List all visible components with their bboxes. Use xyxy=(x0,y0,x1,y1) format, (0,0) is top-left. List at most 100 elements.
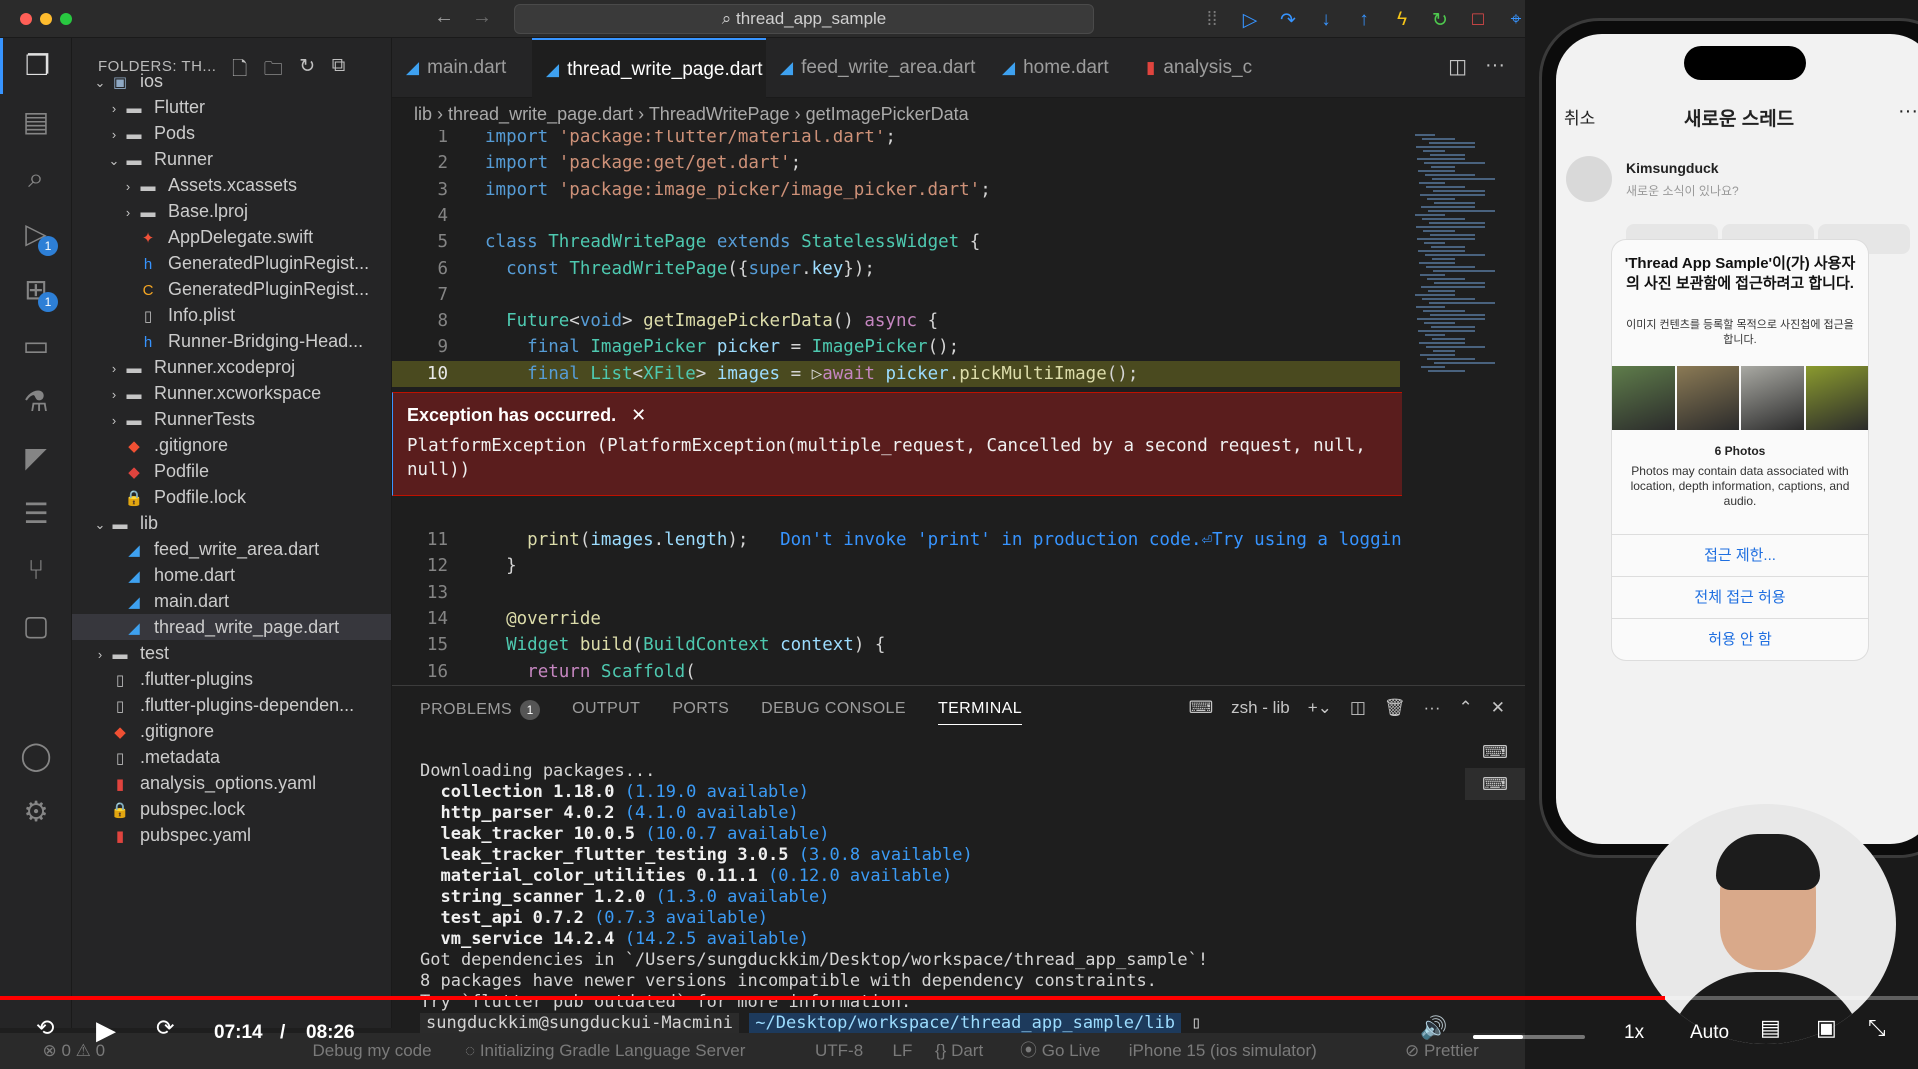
activity-search[interactable]: ⌕ xyxy=(0,150,72,206)
file-item[interactable]: C GeneratedPluginRegist... xyxy=(72,276,391,302)
maximize-panel-icon[interactable]: ⌃ xyxy=(1459,698,1473,718)
folder-item[interactable]: › ▬ Flutter xyxy=(72,94,391,120)
step-over-icon[interactable]: ↷ xyxy=(1276,9,1300,32)
breadcrumb-item[interactable]: getImagePickerData xyxy=(806,104,969,124)
close-icon[interactable]: ✕ xyxy=(631,405,646,425)
video-progress-bar[interactable] xyxy=(0,996,1918,1000)
close-window-button[interactable] xyxy=(20,13,32,25)
activity-settings[interactable]: ⚙ xyxy=(0,784,72,840)
minimap[interactable] xyxy=(1407,130,1517,685)
activity-docker[interactable]: ☰ xyxy=(0,486,72,542)
allow-full-access-button[interactable]: 전체 접근 허용 xyxy=(1612,576,1868,618)
activity-extensions[interactable]: ⊞ 1 xyxy=(0,262,72,318)
activity-comments[interactable]: ▢ xyxy=(0,598,72,654)
chevron-right-icon[interactable]: → xyxy=(472,6,492,29)
terminal-shell-label[interactable]: zsh - lib xyxy=(1231,698,1290,718)
close-panel-icon[interactable]: ✕ xyxy=(1491,698,1505,718)
breadcrumb-item[interactable]: thread_write_page.dart xyxy=(448,104,633,124)
panel-tab-debug-console[interactable]: DEBUG CONSOLE xyxy=(761,700,906,725)
file-item[interactable]: ✦ AppDelegate.swift xyxy=(72,224,391,250)
command-center[interactable]: ⌕ thread_app_sample xyxy=(514,4,1094,34)
close-icon[interactable]: ✕ xyxy=(763,59,767,80)
file-item[interactable]: ▯ .metadata xyxy=(72,744,391,770)
folder-item[interactable]: › ▬ Assets.xcassets xyxy=(72,172,391,198)
file-item[interactable]: 🔒 Podfile.lock xyxy=(72,484,391,510)
activity-testing[interactable]: ⚗ xyxy=(0,374,72,430)
limit-access-button[interactable]: 접근 제한... xyxy=(1612,534,1868,576)
file-item[interactable]: ▯ .flutter-plugins-dependen... xyxy=(72,692,391,718)
activity-remote[interactable]: ▭ xyxy=(0,318,72,374)
folder-item[interactable]: ⌄ ▬ lib xyxy=(72,510,391,536)
folder-item[interactable]: › ▬ RunnerTests xyxy=(72,406,391,432)
activity-flutter[interactable]: ◤ xyxy=(0,430,72,486)
file-item[interactable]: ▯ Info.plist xyxy=(72,302,391,328)
folder-item[interactable]: ⌄ ▣ ios xyxy=(72,68,391,94)
folder-item[interactable]: › ▬ Pods xyxy=(72,120,391,146)
activity-explorer[interactable]: ❐ xyxy=(0,38,72,94)
file-item[interactable]: 🔒 pubspec.lock xyxy=(72,796,391,822)
terminal-instance-icon[interactable]: ⌨ xyxy=(1465,736,1525,768)
folder-item[interactable]: › ▬ Base.lproj xyxy=(72,198,391,224)
rewind-10-icon[interactable]: ⟲ xyxy=(36,1015,54,1041)
speed-button[interactable]: 1x xyxy=(1624,1022,1644,1044)
chevron-left-icon[interactable]: ← xyxy=(434,6,454,29)
activity-accounts[interactable]: ◯ xyxy=(0,728,72,784)
terminal-output[interactable]: Downloading packages... collection 1.18.… xyxy=(420,761,1420,1034)
activity-source-control[interactable]: ⑂ xyxy=(0,542,72,598)
zoom-window-button[interactable] xyxy=(60,13,72,25)
activity-outline[interactable]: ▤ xyxy=(0,94,72,150)
more-actions-icon[interactable]: ··· xyxy=(1485,54,1505,79)
file-item[interactable]: ◢ feed_write_area.dart xyxy=(72,536,391,562)
code-editor[interactable]: 1 import 'package:flutter/material.dart';… xyxy=(392,130,1525,685)
file-item[interactable]: ◢ home.dart xyxy=(72,562,391,588)
tab-thread-write-page-dart[interactable]: ◢ thread_write_page.dart ✕ xyxy=(532,38,766,98)
tab-analysis-c[interactable]: ▮ analysis_c xyxy=(1132,38,1252,98)
trash-icon[interactable]: 🗑 xyxy=(1384,698,1406,718)
file-item[interactable]: ◆ Podfile xyxy=(72,458,391,484)
volume-slider[interactable] xyxy=(1473,1035,1585,1039)
drag-handle-icon[interactable]: ⁞⁞ xyxy=(1200,9,1224,31)
new-terminal-icon[interactable]: +⌄ xyxy=(1308,698,1332,718)
file-item[interactable]: ◆ .gitignore xyxy=(72,432,391,458)
hot-reload-icon[interactable]: ϟ xyxy=(1390,9,1414,31)
step-out-icon[interactable]: ↑ xyxy=(1352,9,1376,31)
folder-item[interactable]: › ▬ test xyxy=(72,640,391,666)
file-item[interactable]: ◢ main.dart xyxy=(72,588,391,614)
minimize-window-button[interactable] xyxy=(40,13,52,25)
tab-main-dart[interactable]: ◢ main.dart xyxy=(392,38,532,98)
dont-allow-button[interactable]: 허용 안 함 xyxy=(1612,618,1868,660)
file-item[interactable]: ▮ analysis_options.yaml xyxy=(72,770,391,796)
split-terminal-icon[interactable]: ◫ xyxy=(1350,698,1366,718)
forward-10-icon[interactable]: ⟳ xyxy=(156,1015,174,1041)
tab-feed-write-area-dart[interactable]: ◢ feed_write_area.dart xyxy=(766,38,988,98)
continue-icon[interactable]: ▷ xyxy=(1238,9,1262,32)
file-item[interactable]: ◢ thread_write_page.dart xyxy=(72,614,391,640)
panel-tab-output[interactable]: OUTPUT xyxy=(572,700,640,725)
file-item[interactable]: ▮ pubspec.yaml xyxy=(72,822,391,848)
more-actions-icon[interactable]: ··· xyxy=(1424,698,1441,718)
file-item[interactable]: ▯ .flutter-plugins xyxy=(72,666,391,692)
folder-item[interactable]: ⌄ ▬ Runner xyxy=(72,146,391,172)
breadcrumb-item[interactable]: ThreadWritePage xyxy=(649,104,790,124)
step-into-icon[interactable]: ↓ xyxy=(1314,9,1338,31)
more-icon[interactable]: ··· xyxy=(1898,100,1918,123)
exit-fullscreen-icon[interactable]: ⤡ xyxy=(1868,1015,1886,1041)
file-item[interactable]: ◆ .gitignore xyxy=(72,718,391,744)
stop-icon[interactable]: □ xyxy=(1466,9,1490,31)
activity-run-debug[interactable]: ▷ 1 xyxy=(0,206,72,262)
panel-tab-problems[interactable]: PROBLEMS 1 xyxy=(420,700,541,725)
play-icon[interactable]: ▶ xyxy=(96,1015,116,1046)
split-editor-icon[interactable]: ◫ xyxy=(1448,54,1467,79)
quality-button[interactable]: Auto xyxy=(1690,1022,1729,1044)
file-item[interactable]: h GeneratedPluginRegist... xyxy=(72,250,391,276)
cancel-button[interactable]: 취소 xyxy=(1564,104,1595,129)
restart-icon[interactable]: ↻ xyxy=(1428,9,1452,32)
panel-tab-terminal[interactable]: TERMINAL xyxy=(937,700,1023,725)
subtitles-icon[interactable]: ▤ xyxy=(1760,1015,1781,1041)
folder-item[interactable]: › ▬ Runner.xcworkspace xyxy=(72,380,391,406)
picture-in-picture-icon[interactable]: ▣ xyxy=(1816,1015,1837,1041)
breadcrumb-item[interactable]: lib xyxy=(414,104,432,124)
compose-placeholder[interactable]: 새로운 소식이 있나요? xyxy=(1626,182,1739,199)
volume-icon[interactable]: 🔊 xyxy=(1420,1015,1447,1041)
terminal-instance-icon[interactable]: ⌨ xyxy=(1465,768,1525,800)
